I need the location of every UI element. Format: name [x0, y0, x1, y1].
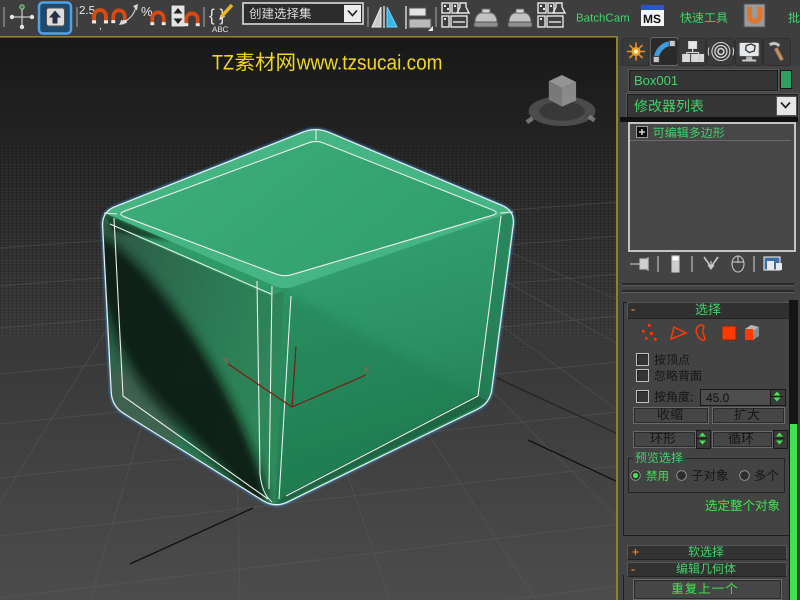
- svg-text:-: -: [631, 562, 635, 576]
- svg-text:-: -: [631, 302, 635, 316]
- svg-text:+: +: [632, 545, 639, 559]
